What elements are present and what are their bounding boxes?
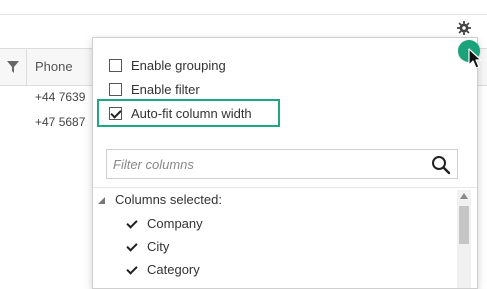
gear-icon[interactable] <box>457 21 471 35</box>
collapse-triangle-icon[interactable] <box>98 197 105 204</box>
scrollbar-thumb[interactable] <box>459 206 469 244</box>
funnel-icon[interactable] <box>7 61 19 73</box>
table-cell-phone: +47 5687 <box>35 115 86 129</box>
enable-grouping-option[interactable]: Enable grouping <box>109 56 226 74</box>
scroll-up-arrow-icon[interactable] <box>460 193 468 199</box>
column-category-checkbox[interactable] <box>125 262 138 276</box>
filter-columns-box <box>106 149 458 179</box>
filter-column-cell[interactable] <box>0 49 27 85</box>
column-company-label: Company <box>147 215 203 231</box>
column-item-category[interactable]: Category <box>125 260 200 278</box>
enable-filter-label: Enable filter <box>131 81 200 97</box>
column-company-checkbox[interactable] <box>125 216 138 230</box>
enable-filter-option[interactable]: Enable filter <box>109 80 200 98</box>
column-city-checkbox[interactable] <box>125 239 138 253</box>
column-category-label: Category <box>147 261 200 277</box>
table-cell-phone: +44 7639 <box>35 90 86 104</box>
auto-fit-column-width-checkbox[interactable] <box>109 106 122 120</box>
column-city-label: City <box>147 238 170 254</box>
column-item-company[interactable]: Company <box>125 214 203 232</box>
column-settings-popup: Enable grouping Enable filter Auto-fit c… <box>92 37 478 289</box>
columns-selected-label: Columns selected: <box>115 192 222 207</box>
column-header-phone[interactable]: Phone <box>35 59 73 74</box>
enable-filter-checkbox[interactable] <box>109 82 122 96</box>
column-item-city[interactable]: City <box>125 237 169 255</box>
enable-grouping-checkbox[interactable] <box>109 58 122 72</box>
auto-fit-column-width-option[interactable]: Auto-fit column width <box>109 104 252 122</box>
enable-grouping-label: Enable grouping <box>131 57 226 73</box>
mouse-pointer-icon <box>468 48 482 69</box>
search-icon[interactable] <box>431 155 451 175</box>
top-divider <box>0 14 487 15</box>
filter-columns-input[interactable] <box>113 156 413 172</box>
columns-scrollbar[interactable] <box>457 190 471 288</box>
auto-fit-column-width-label: Auto-fit column width <box>131 105 252 121</box>
section-divider <box>93 187 477 188</box>
